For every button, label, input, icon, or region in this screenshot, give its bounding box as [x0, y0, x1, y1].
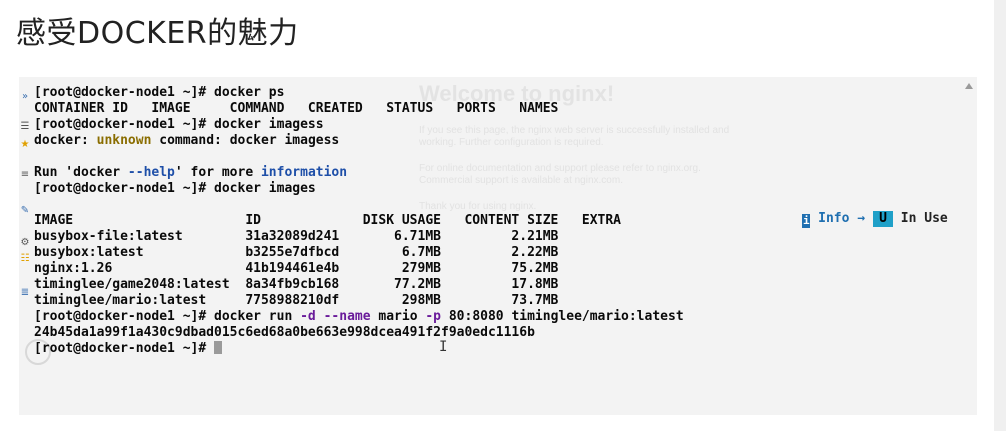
- terminal-text: Run 'docker: [34, 165, 128, 180]
- page-title: 感受DOCKER的魅力: [16, 16, 299, 51]
- terminal-line: docker: unknown command: docker imagess: [34, 133, 977, 149]
- gear-icon[interactable]: ⚙: [19, 237, 31, 249]
- list-icon[interactable]: ☷: [19, 253, 31, 265]
- terminal-text: nginx:1.26 41b194461e4b 279MB 75.2MB: [34, 261, 559, 276]
- terminal-text: 24b45da1a99f1a430c9dbad015c6ed68a0be663e…: [34, 325, 535, 340]
- terminal-text: timinglee/mario:latest 7758988210df 298M…: [34, 293, 559, 308]
- terminal-line: [root@docker-node1 ~]#: [34, 341, 977, 357]
- terminal-text: information: [260, 165, 348, 180]
- video-frame: Welcome to nginx! If you see this page, …: [19, 77, 977, 415]
- terminal-line: timinglee/game2048:latest 8a34fb9cb168 7…: [34, 277, 977, 293]
- text-cursor-icon: I: [439, 339, 448, 355]
- terminal-text: --help: [127, 165, 175, 180]
- terminal-cursor: [214, 341, 223, 354]
- terminal-text: CONTAINER ID IMAGE COMMAND CREATED STATU…: [34, 101, 559, 116]
- terminal-output[interactable]: [root@docker-node1 ~]# docker ps CONTAINE…: [34, 85, 977, 415]
- terminal-text: -d: [300, 309, 316, 324]
- terminal-line: busybox:latest b3255e7dfbcd 6.7MB 2.22MB: [34, 245, 977, 261]
- terminal-text: command: docker imagess: [151, 133, 340, 148]
- terminal-line: [root@docker-node1 ~]# docker run -d --n…: [34, 309, 977, 325]
- info-icon: i: [802, 214, 811, 228]
- info-label[interactable]: Info →: [818, 211, 865, 226]
- status-bar: i Info → U In Use: [771, 195, 948, 244]
- terminal-text: busybox:latest b3255e7dfbcd 6.7MB 2.22MB: [34, 245, 559, 260]
- terminal-text: 80:8080 timinglee/mario:latest: [441, 309, 684, 324]
- terminal-text: -p: [425, 309, 442, 324]
- terminal-text: busybox-file:latest 31a32089d241 6.71MB …: [34, 229, 559, 244]
- terminal-text: ' for more: [174, 165, 261, 180]
- terminal-line: 24b45da1a99f1a430c9dbad015c6ed68a0be663e…: [34, 325, 977, 341]
- terminal-line: timinglee/mario:latest 7758988210df 298M…: [34, 293, 977, 309]
- left-toolbar: » ☰ ★ ≡ ✎ ⚙ ☷ ≣: [19, 77, 33, 415]
- page-scrollbar[interactable]: [994, 0, 1006, 431]
- terminal-line: CONTAINER ID IMAGE COMMAND CREATED STATU…: [34, 101, 977, 117]
- terminal-line: nginx:1.26 41b194461e4b 279MB 75.2MB: [34, 261, 977, 277]
- terminal-line: [root@docker-node1 ~]# docker ps: [34, 85, 977, 101]
- terminal-text: [root@docker-node1 ~]# docker run: [34, 309, 301, 324]
- menu-icon[interactable]: ☰: [19, 121, 31, 133]
- terminal-text: --name: [323, 309, 371, 324]
- terminal-text: [root@docker-node1 ~]#: [34, 341, 215, 356]
- terminal-text: timinglee/game2048:latest 8a34fb9cb168 7…: [34, 277, 559, 292]
- list-icon[interactable]: ≣: [19, 287, 31, 299]
- expand-icon[interactable]: »: [19, 91, 31, 103]
- u-badge: U: [873, 211, 893, 227]
- in-use-label: In Use: [900, 211, 948, 226]
- terminal-text: unknown: [96, 133, 152, 148]
- terminal-text: [root@docker-node1 ~]# docker imagess: [34, 117, 324, 132]
- edit-icon[interactable]: ✎: [19, 205, 31, 217]
- terminal-line: Run 'docker --help' for more information: [34, 165, 977, 181]
- terminal-text: mario: [370, 309, 426, 324]
- star-icon[interactable]: ★: [19, 139, 31, 151]
- terminal-text: IMAGE ID DISK USAGE CONTENT SIZE EXTRA: [34, 213, 621, 228]
- terminal-line: [root@docker-node1 ~]# docker imagess: [34, 117, 977, 133]
- terminal-text: [root@docker-node1 ~]# docker images: [34, 181, 316, 196]
- terminal-text: docker:: [34, 133, 97, 148]
- terminal-text: [root@docker-node1 ~]# docker ps: [34, 85, 285, 100]
- list-icon[interactable]: ≡: [19, 169, 31, 181]
